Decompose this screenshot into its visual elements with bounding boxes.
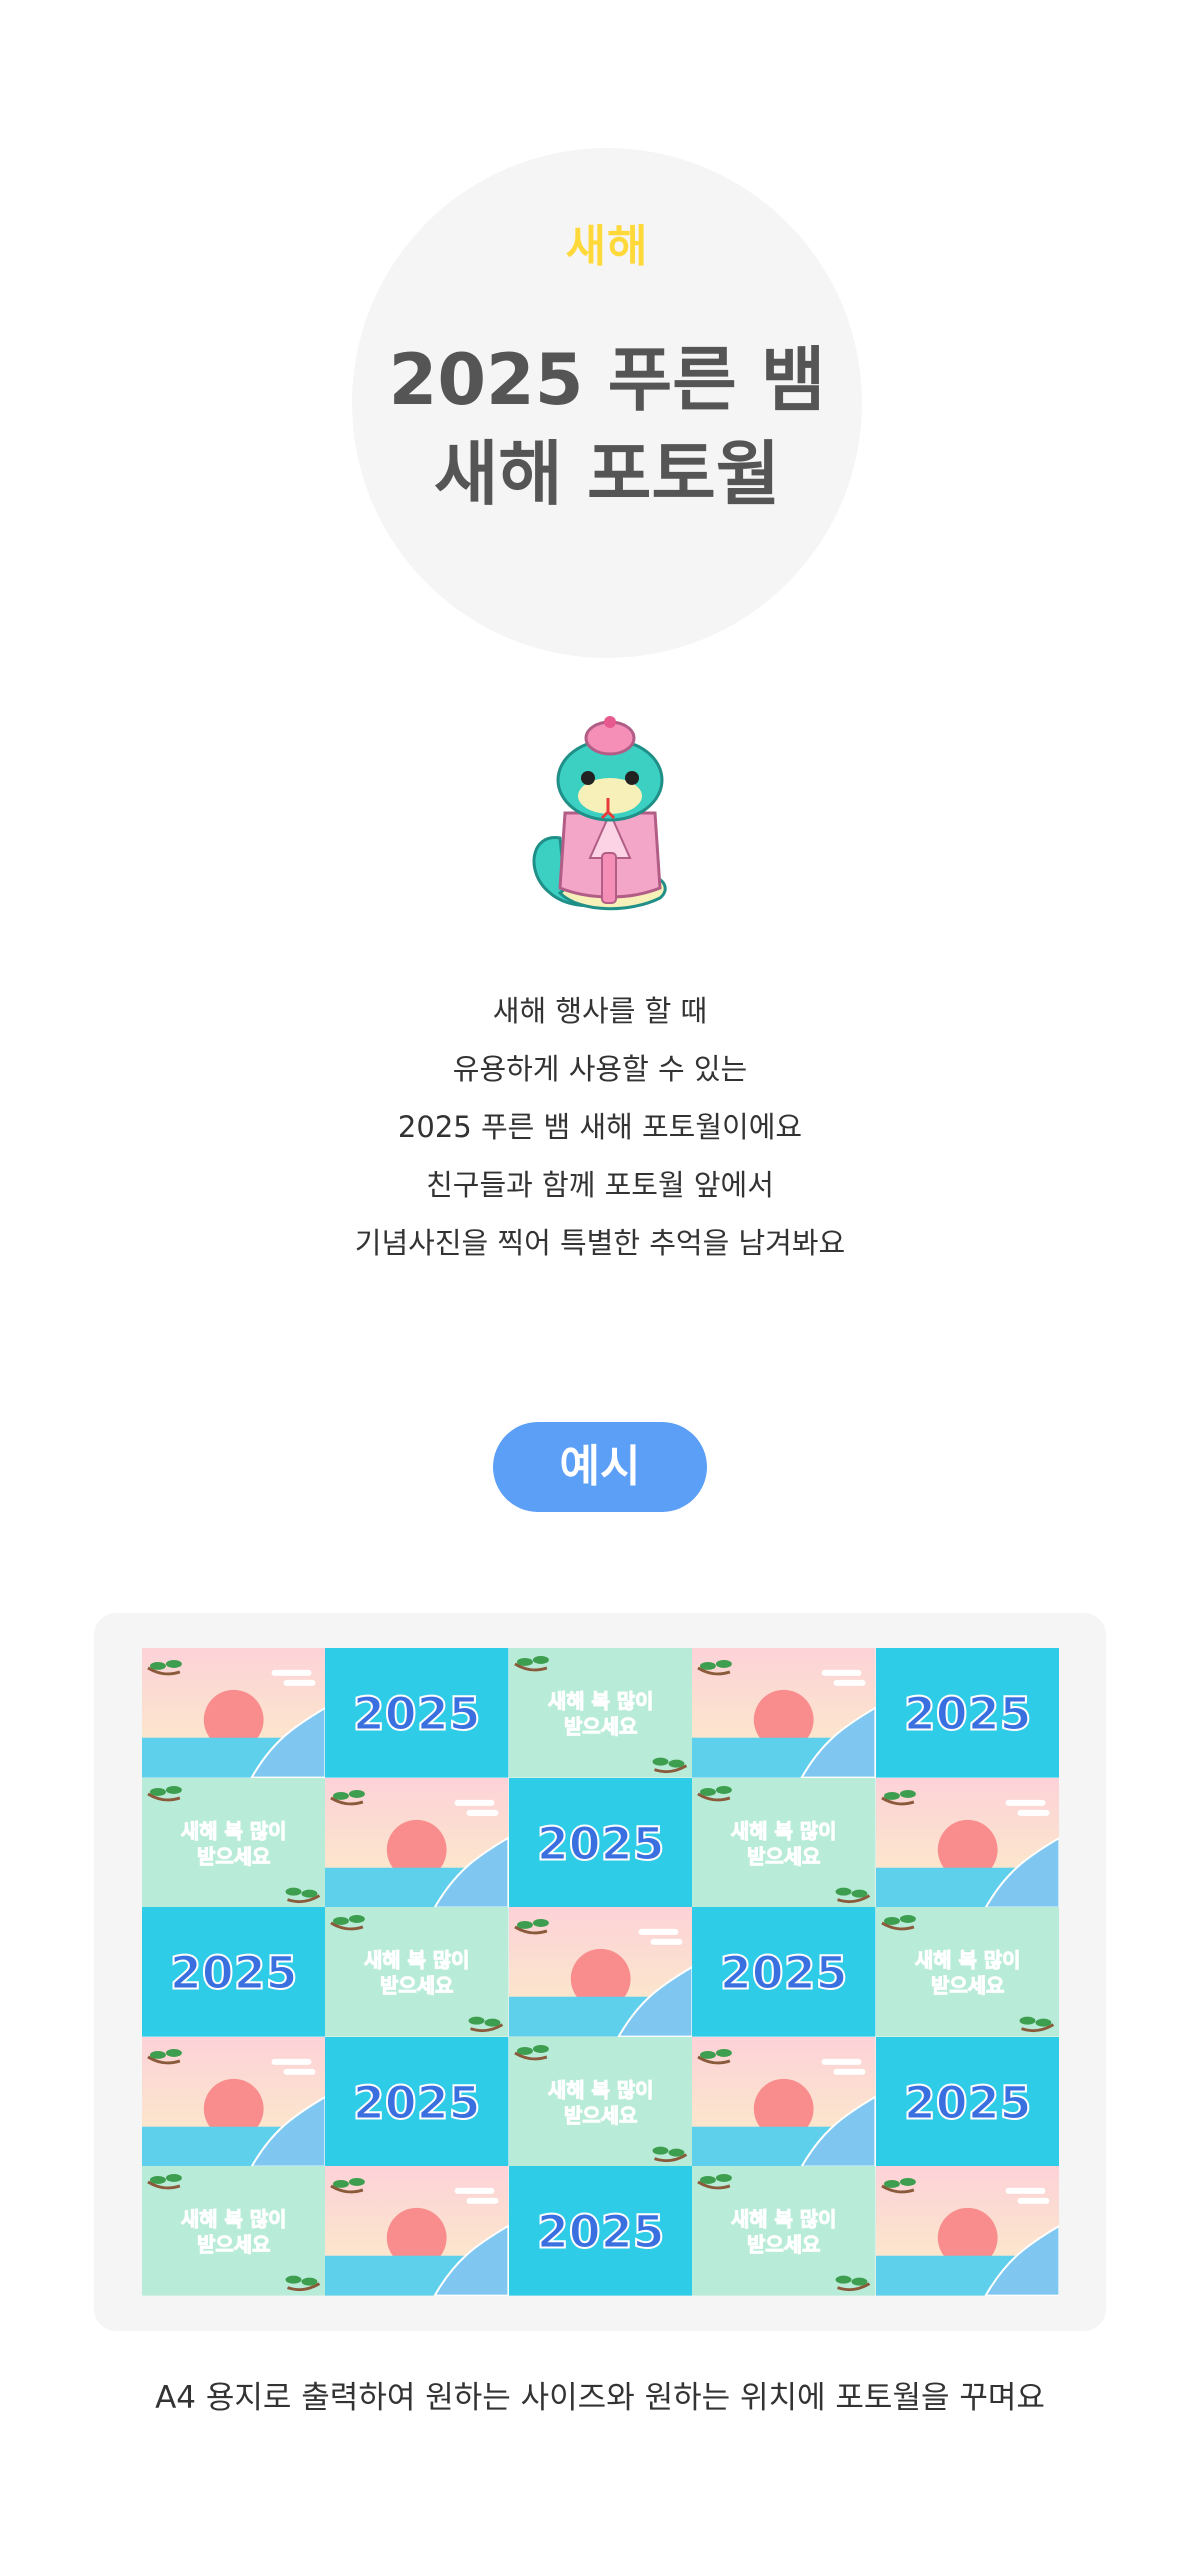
photowall-tile-sunrise bbox=[692, 1648, 876, 1778]
tile-year-illustration: 2025 bbox=[875, 1648, 1059, 1778]
tile-sunrise-illustration bbox=[142, 1648, 326, 1778]
hero-circle: 새해 2025 푸른 뱀 새해 포토월 bbox=[352, 148, 862, 658]
tile-sunrise-illustration bbox=[142, 2036, 326, 2167]
photowall-preview-grid: 2025 새해 복 많이 받으세요 2025 새해 복 많이 받으세요 2025 새해 복 많… bbox=[142, 1648, 1059, 2296]
photowall-tile-greeting: 새해 복 많이받으세요 bbox=[875, 1907, 1059, 2037]
tile-year-illustration: 2025 bbox=[508, 2166, 693, 2296]
svg-text:새해 복 많이: 새해 복 많이 bbox=[181, 2208, 286, 2231]
tile-sunrise-illustration bbox=[692, 2036, 876, 2167]
svg-text:2025: 2025 bbox=[537, 1816, 665, 1870]
svg-text:2025: 2025 bbox=[537, 2205, 665, 2259]
svg-text:새해 복 많이: 새해 복 많이 bbox=[548, 1690, 654, 1713]
photowall-tile-sunrise bbox=[875, 1777, 1059, 1908]
photowall-tile-greeting: 새해 복 많이받으세요 bbox=[692, 1777, 876, 1908]
svg-text:받으세요: 받으세요 bbox=[747, 2234, 820, 2257]
svg-text:받으세요: 받으세요 bbox=[747, 1845, 820, 1868]
hero-eyebrow: 새해 bbox=[565, 221, 649, 272]
svg-text:새해 복 많이: 새해 복 많이 bbox=[915, 1949, 1020, 1972]
tile-sunrise-illustration bbox=[508, 1907, 693, 2037]
photowall-tile-year: 2025 bbox=[508, 2166, 693, 2296]
tile-greeting-illustration: 새해 복 많이받으세요 bbox=[508, 2036, 693, 2167]
photowall-tile-year: 2025 bbox=[692, 1907, 876, 2037]
tile-year-illustration: 2025 bbox=[142, 1907, 326, 2037]
tile-greeting-illustration: 새해 복 많이받으세요 bbox=[508, 1648, 693, 1778]
photowall-tile-year: 2025 bbox=[142, 1907, 326, 2037]
tile-greeting-illustration: 새해 복 많이받으세요 bbox=[692, 1777, 876, 1908]
tile-sunrise-illustration bbox=[875, 1777, 1059, 1908]
svg-text:새해 복 많이: 새해 복 많이 bbox=[731, 1819, 837, 1842]
description-line: 새해 행사를 할 때 bbox=[492, 994, 708, 1028]
description: 새해 행사를 할 때 유용하게 사용할 수 있는 2025 푸른 뱀 새해 포토… bbox=[200, 982, 1000, 1272]
photowall-tile-greeting: 새해 복 많이받으세요 bbox=[508, 1648, 693, 1778]
photowall-tile-year: 2025 bbox=[875, 1648, 1059, 1778]
svg-text:새해 복 많이: 새해 복 많이 bbox=[731, 2208, 837, 2231]
page-title-line2: 새해 포토월 bbox=[433, 433, 781, 515]
tile-sunrise-illustration bbox=[875, 2166, 1059, 2296]
tile-sunrise-illustration bbox=[692, 1648, 876, 1778]
preview-panel: 2025 새해 복 많이 받으세요 2025 새해 복 많이 받으세요 2025 새해 복 많… bbox=[94, 1613, 1106, 2331]
tile-year-illustration: 2025 bbox=[325, 2036, 509, 2167]
svg-text:2025: 2025 bbox=[170, 1946, 298, 2000]
tile-greeting-illustration: 새해 복 많이받으세요 bbox=[875, 1907, 1059, 2037]
tile-greeting-illustration: 새해 복 많이받으세요 bbox=[325, 1907, 509, 2037]
page-title-line1: 2025 푸른 뱀 bbox=[388, 339, 826, 421]
svg-text:2025: 2025 bbox=[353, 2076, 481, 2130]
description-line: 친구들과 함께 포토월 앞에서 bbox=[426, 1168, 774, 1202]
photowall-tile-year: 2025 bbox=[325, 1648, 509, 1778]
preview-caption: A4 용지로 출력하여 원하는 사이즈와 원하는 위치에 포토월을 꾸며요 bbox=[155, 2380, 1045, 2416]
tile-sunrise-illustration bbox=[325, 1777, 509, 1908]
photowall-tile-sunrise bbox=[325, 1777, 509, 1908]
photowall-tile-greeting: 새해 복 많이받으세요 bbox=[142, 1777, 326, 1908]
photowall-tile-year: 2025 bbox=[875, 2036, 1059, 2167]
photowall-tile-sunrise bbox=[508, 1907, 693, 2037]
tile-year-illustration: 2025 bbox=[692, 1907, 876, 2037]
photowall-tile-sunrise bbox=[875, 2166, 1059, 2296]
svg-text:받으세요: 받으세요 bbox=[197, 1845, 270, 1868]
photowall-tile-sunrise bbox=[142, 1648, 326, 1778]
svg-text:받으세요: 받으세요 bbox=[564, 2105, 637, 2128]
photowall-tile-year: 2025 bbox=[325, 2036, 509, 2167]
photowall-tile-greeting: 새해 복 많이받으세요 bbox=[508, 2036, 693, 2167]
photowall-tile-greeting: 새해 복 많이받으세요 bbox=[325, 1907, 509, 2037]
photowall-tile-sunrise bbox=[325, 2166, 509, 2296]
photowall-tile-sunrise bbox=[692, 2036, 876, 2167]
description-line: 2025 푸른 뱀 새해 포토월이에요 bbox=[397, 1110, 803, 1144]
tile-sunrise-illustration bbox=[325, 2166, 509, 2296]
tile-year-illustration: 2025 bbox=[508, 1777, 693, 1908]
description-line: 유용하게 사용할 수 있는 bbox=[452, 1052, 748, 1086]
tile-greeting-illustration: 새해 복 많이받으세요 bbox=[142, 1777, 326, 1908]
svg-text:받으세요: 받으세요 bbox=[931, 1975, 1004, 1998]
snake-mascot-illustration bbox=[532, 716, 667, 911]
tile-greeting-illustration: 새해 복 많이받으세요 bbox=[692, 2166, 876, 2296]
photowall-tile-greeting: 새해 복 많이받으세요 bbox=[142, 2166, 326, 2296]
svg-text:2025: 2025 bbox=[720, 1946, 848, 2000]
svg-text:새해 복 많이: 새해 복 많이 bbox=[548, 2079, 654, 2102]
svg-text:받으세요: 받으세요 bbox=[564, 1716, 637, 1739]
svg-text:2025: 2025 bbox=[903, 2076, 1031, 2130]
description-line: 기념사진을 찍어 특별한 추억을 남겨봐요 bbox=[354, 1226, 846, 1260]
tile-year-illustration: 2025 bbox=[875, 2036, 1059, 2167]
svg-text:새해 복 많이: 새해 복 많이 bbox=[364, 1949, 470, 1972]
photowall-tile-greeting: 새해 복 많이받으세요 bbox=[692, 2166, 876, 2296]
svg-text:2025: 2025 bbox=[353, 1687, 481, 1741]
example-badge: 예시 bbox=[493, 1422, 707, 1512]
tile-greeting-illustration: 새해 복 많이받으세요 bbox=[142, 2166, 326, 2296]
photowall-tile-sunrise bbox=[142, 2036, 326, 2167]
photowall-tile-year: 2025 bbox=[508, 1777, 693, 1908]
svg-text:2025: 2025 bbox=[903, 1687, 1031, 1741]
svg-text:새해 복 많이: 새해 복 많이 bbox=[181, 1819, 287, 1842]
tile-year-illustration: 2025 bbox=[325, 1648, 509, 1778]
svg-text:받으세요: 받으세요 bbox=[380, 1975, 453, 1998]
page-title: 2025 푸른 뱀 새해 포토월 bbox=[352, 333, 862, 521]
svg-text:받으세요: 받으세요 bbox=[197, 2234, 270, 2257]
